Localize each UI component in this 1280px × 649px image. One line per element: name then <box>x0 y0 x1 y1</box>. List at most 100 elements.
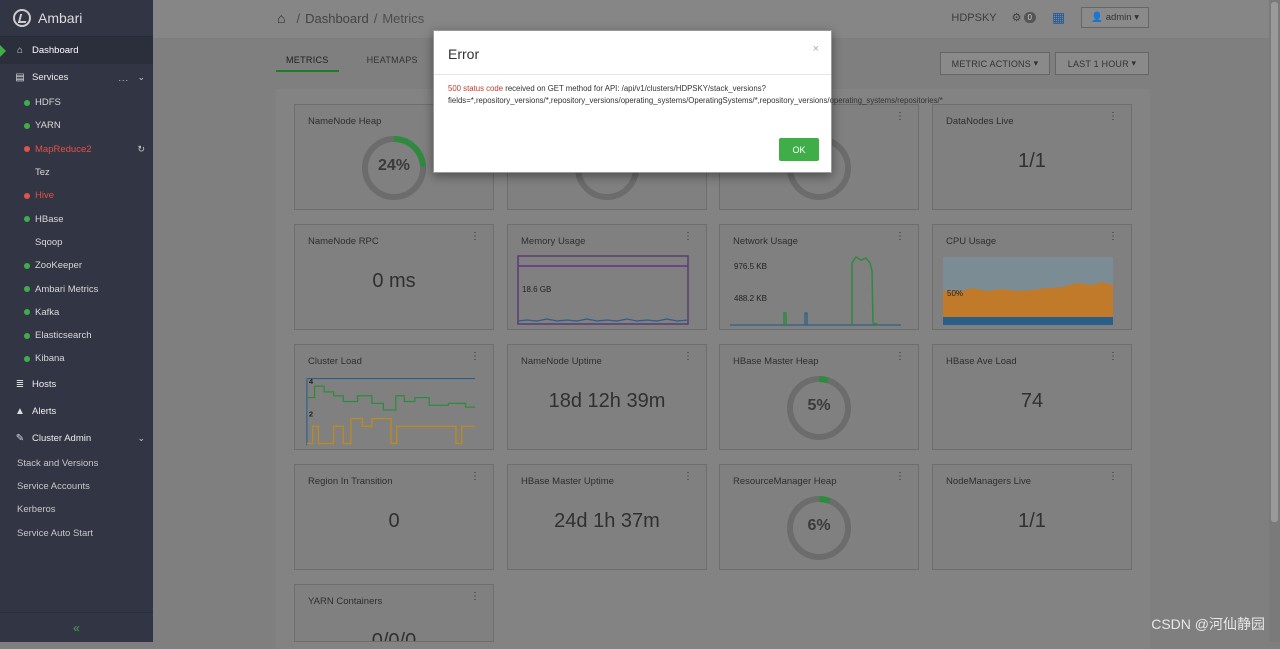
widget-cpu-usage[interactable]: CPU Usage ⋮ 50% <box>932 224 1132 330</box>
widget-menu-icon[interactable]: ⋮ <box>895 115 905 119</box>
widget-menu-icon[interactable]: ⋮ <box>895 355 905 359</box>
widget-menu-icon[interactable]: ⋮ <box>895 475 905 479</box>
sidebar-item-label: MapReduce2 <box>35 144 92 155</box>
status-dot <box>24 146 30 152</box>
sidebar-subitem-service-auto-start[interactable]: Service Auto Start <box>0 521 153 544</box>
collapse-sidebar-icon[interactable]: « <box>0 612 153 642</box>
sidebar-item-hosts[interactable]: ≣ Hosts <box>0 371 153 398</box>
widget-title: Cluster Load <box>308 356 362 367</box>
sidebar: Ambari ⌂ Dashboard ▤ Services ... ⌄ HDFS… <box>0 0 153 642</box>
widget-menu-icon[interactable]: ⋮ <box>1108 355 1118 359</box>
sidebar-item-hbase[interactable]: HBase <box>0 207 153 230</box>
widget-menu-icon[interactable]: ⋮ <box>470 235 480 239</box>
widget-memory-usage[interactable]: Memory Usage ⋮ 18.6 GB <box>507 224 707 330</box>
sidebar-item-label: Elasticsearch <box>35 330 92 341</box>
cluster-name: HDPSKY <box>951 12 996 24</box>
user-name: admin <box>1106 12 1132 23</box>
network-usage-chart: 976.5 KB 488.2 KB <box>729 255 901 327</box>
cluster-load-axis-high: 4 <box>309 377 314 386</box>
widget-title: NodeManagers Live <box>946 476 1031 487</box>
time-range-button[interactable]: LAST 1 HOUR ▾ <box>1055 52 1149 75</box>
more-actions-icon[interactable]: ... <box>118 73 129 83</box>
user-icon: 👤 <box>1091 12 1103 23</box>
widget-hbase-master-heap[interactable]: HBase Master Heap ⋮ 5% <box>719 344 919 450</box>
widget-resourcemanager-heap[interactable]: ResourceManager Heap ⋮ 6% <box>719 464 919 570</box>
chevron-down-icon[interactable]: ⌄ <box>137 433 145 444</box>
sidebar-item-sqoop[interactable]: Sqoop <box>0 231 153 254</box>
widget-menu-icon[interactable]: ⋮ <box>470 355 480 359</box>
widget-menu-icon[interactable]: ⋮ <box>683 475 693 479</box>
sidebar-item-hdfs[interactable]: HDFS <box>0 91 153 114</box>
cpu-axis-label: 50% <box>947 289 963 298</box>
home-icon[interactable]: ⌂ <box>277 10 285 26</box>
sidebar-item-tez[interactable]: Tez <box>0 161 153 184</box>
widget-menu-icon[interactable]: ⋮ <box>470 475 480 479</box>
widget-hbase-ave-load[interactable]: HBase Ave Load ⋮ 74 <box>932 344 1132 450</box>
sidebar-subitem-service-accounts[interactable]: Service Accounts <box>0 475 153 498</box>
widget-menu-icon[interactable]: ⋮ <box>1108 235 1118 239</box>
gauge-ring: 5% <box>786 375 852 441</box>
network-spike-2 <box>805 313 807 325</box>
widget-namenode-uptime[interactable]: NameNode Uptime ⋮ 18d 12h 39m <box>507 344 707 450</box>
sidebar-item-hive[interactable]: Hive <box>0 184 153 207</box>
app-logo[interactable]: Ambari <box>0 0 153 37</box>
widget-nodemanagers-live[interactable]: NodeManagers Live ⋮ 1/1 <box>932 464 1132 570</box>
memory-cache-line <box>518 319 688 321</box>
widget-menu-icon[interactable]: ⋮ <box>1108 115 1118 119</box>
widget-title: CPU Usage <box>946 236 996 247</box>
scrollbar-thumb[interactable] <box>1271 2 1278 522</box>
breadcrumb-dashboard[interactable]: Dashboard <box>305 11 369 26</box>
ok-button[interactable]: OK <box>779 138 819 161</box>
widget-network-usage[interactable]: Network Usage ⋮ 976.5 KB 488.2 KB <box>719 224 919 330</box>
widget-region-in-transition[interactable]: Region In Transition ⋮ 0 <box>294 464 494 570</box>
sidebar-item-ambari-metrics[interactable]: Ambari Metrics <box>0 277 153 300</box>
sidebar-item-label: Hosts <box>32 379 56 390</box>
sidebar-item-yarn[interactable]: YARN <box>0 114 153 137</box>
widget-title: HBase Ave Load <box>946 356 1017 367</box>
sidebar-item-kafka[interactable]: Kafka <box>0 301 153 324</box>
sidebar-item-cluster-admin[interactable]: ✎ Cluster Admin ⌄ <box>0 425 153 452</box>
sidebar-item-label: Kafka <box>35 307 59 318</box>
sidebar-item-label: HBase <box>35 214 64 225</box>
sidebar-item-services[interactable]: ▤ Services ... ⌄ <box>0 64 153 91</box>
status-dot <box>24 100 30 106</box>
tab-metrics[interactable]: METRICS <box>276 52 339 72</box>
sidebar-subitem-kerberos[interactable]: Kerberos <box>0 498 153 521</box>
network-axis-high: 976.5 KB <box>734 262 767 271</box>
sidebar-item-label: Services <box>32 72 68 83</box>
gauge-ring: 24% <box>361 135 427 201</box>
widget-menu-icon[interactable]: ⋮ <box>470 595 480 599</box>
widget-datanodes-live[interactable]: DataNodes Live ⋮ 1/1 <box>932 104 1132 210</box>
background-ops[interactable]: ⚙ 0 <box>1012 11 1036 24</box>
views-grid-icon[interactable]: ▦ <box>1052 9 1065 26</box>
metric-actions-button[interactable]: METRIC ACTIONS ▾ <box>940 52 1050 75</box>
tab-heatmaps[interactable]: HEATMAPS <box>357 52 428 72</box>
sidebar-subitem-stack-versions[interactable]: Stack and Versions <box>0 452 153 475</box>
network-out-line <box>852 257 879 325</box>
page-scrollbar[interactable] <box>1269 0 1280 642</box>
widget-cluster-load[interactable]: Cluster Load ⋮ 4 2 <box>294 344 494 450</box>
widget-menu-icon[interactable]: ⋮ <box>895 235 905 239</box>
breadcrumb-separator: / <box>374 11 378 26</box>
gear-icon: ⚙ <box>1012 11 1022 24</box>
widget-value: 24d 1h 37m <box>508 510 706 533</box>
widget-title: YARN Containers <box>308 596 382 607</box>
sidebar-item-kibana[interactable]: Kibana <box>0 347 153 370</box>
sidebar-item-mapreduce2[interactable]: MapReduce2↻ <box>0 138 153 161</box>
widget-namenode-rpc[interactable]: NameNode RPC ⋮ 0 ms <box>294 224 494 330</box>
widget-value: 0 <box>295 510 493 533</box>
widget-hbase-master-uptime[interactable]: HBase Master Uptime ⋮ 24d 1h 37m <box>507 464 707 570</box>
status-dot <box>24 356 30 362</box>
widget-menu-icon[interactable]: ⋮ <box>683 355 693 359</box>
widget-menu-icon[interactable]: ⋮ <box>683 235 693 239</box>
user-menu-button[interactable]: 👤 admin ▾ <box>1081 7 1149 28</box>
close-icon[interactable]: × <box>813 43 819 55</box>
sidebar-item-elasticsearch[interactable]: Elasticsearch <box>0 324 153 347</box>
chevron-down-icon[interactable]: ⌄ <box>137 72 145 83</box>
sidebar-item-dashboard[interactable]: ⌂ Dashboard <box>0 37 153 64</box>
widget-menu-icon[interactable]: ⋮ <box>1108 475 1118 479</box>
sidebar-item-zookeeper[interactable]: ZooKeeper <box>0 254 153 277</box>
widget-yarn-containers[interactable]: YARN Containers ⋮ 0/0/0 <box>294 584 494 642</box>
sidebar-item-alerts[interactable]: ▲ Alerts <box>0 398 153 425</box>
widget-title: ResourceManager Heap <box>733 476 837 487</box>
